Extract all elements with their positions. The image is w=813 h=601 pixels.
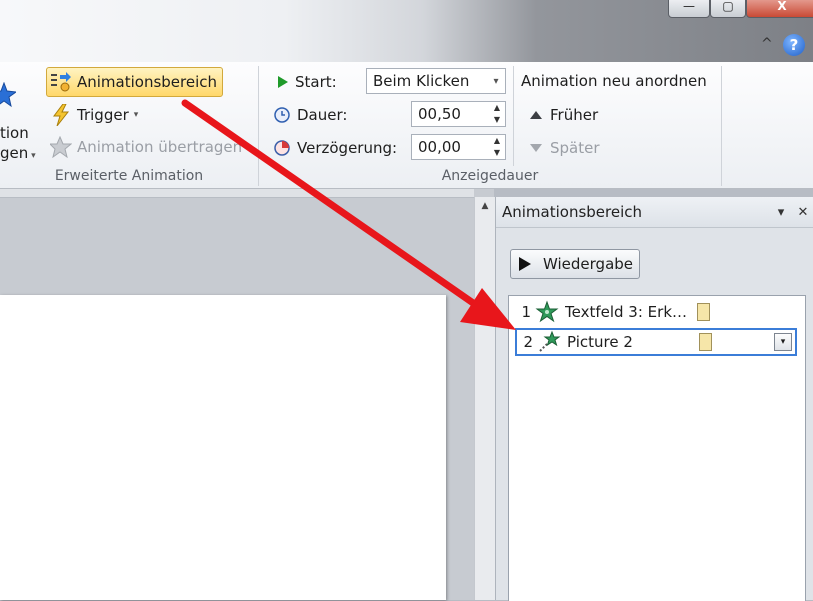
- triangle-down-icon: [527, 137, 545, 159]
- play-green-icon: [276, 71, 290, 93]
- delay-input[interactable]: 00,00: [412, 138, 489, 156]
- duration-input[interactable]: 00,50: [412, 105, 489, 123]
- chevron-down-icon[interactable]: ▾: [487, 76, 505, 87]
- clock-icon: [272, 104, 292, 126]
- reorder-title: Animation neu anordnen: [521, 72, 707, 90]
- ribbon-collapse-icon[interactable]: ^: [761, 36, 773, 52]
- vertical-scrollbar[interactable]: ▲: [474, 197, 495, 600]
- animation-pane-title: Animationsbereich: [502, 203, 643, 221]
- animation-item-index: 1: [521, 303, 531, 321]
- duration-label: Dauer:: [297, 106, 348, 124]
- delay-stepper[interactable]: 00,00 ▲ ▼: [411, 134, 506, 160]
- star-icon: [0, 82, 16, 108]
- move-later-button[interactable]: Später: [527, 136, 600, 160]
- animation-painter-icon: [50, 136, 72, 158]
- maximize-button[interactable]: ▢: [710, 0, 746, 18]
- play-label: Wiedergabe: [543, 255, 634, 273]
- delay-label: Verzögerung:: [297, 139, 398, 157]
- animation-item-2[interactable]: 2 Picture 2 ▾: [515, 328, 797, 356]
- animation-painter-label: Animation übertragen: [77, 138, 243, 156]
- trigger-button[interactable]: Trigger ▾: [50, 102, 138, 128]
- move-later-label: Später: [550, 139, 600, 157]
- animation-item-label: Textfeld 3: Erk…: [565, 303, 687, 321]
- animation-painter-button[interactable]: Animation übertragen: [50, 134, 242, 160]
- animation-item-label: Picture 2: [567, 333, 633, 351]
- play-icon: [519, 257, 531, 271]
- entrance-effect-icon: [535, 300, 559, 323]
- triangle-up-icon: [527, 104, 545, 126]
- spinner-icon[interactable]: ▲ ▼: [489, 135, 505, 159]
- start-label-row: Start:: [276, 70, 337, 94]
- lightning-icon: [50, 104, 72, 126]
- add-animation-button[interactable]: tion gen ▾: [0, 82, 40, 162]
- trigger-label: Trigger: [77, 106, 129, 124]
- delay-clock-icon: [272, 137, 292, 159]
- title-bar: — ▢ X ^ ?: [0, 0, 813, 62]
- animation-list[interactable]: 1 Textfeld 3: Erk… 2 Picture 2 ▾: [508, 295, 806, 601]
- motion-effect-icon: [539, 330, 561, 352]
- scroll-up-icon[interactable]: ▲: [475, 197, 495, 215]
- group-separator: [513, 66, 514, 166]
- animation-pane-header: Animationsbereich ▾ ✕: [496, 197, 813, 228]
- minimize-button[interactable]: —: [668, 0, 710, 18]
- pane-close-icon[interactable]: ✕: [792, 205, 813, 220]
- ribbon-help-area: ^ ?: [753, 34, 813, 58]
- help-icon[interactable]: ?: [783, 34, 805, 56]
- start-value: Beim Klicken: [373, 72, 470, 90]
- timing-bar[interactable]: [697, 303, 710, 321]
- start-label: Start:: [295, 73, 337, 91]
- animation-pane-button[interactable]: Animationsbereich: [46, 67, 224, 97]
- slide-area-top-strip: [0, 189, 474, 198]
- add-animation-label-line2: gen ▾: [0, 144, 36, 162]
- item-dropdown-icon[interactable]: ▾: [774, 333, 792, 351]
- animation-pane-label: Animationsbereich: [77, 73, 218, 91]
- slide-canvas[interactable]: [0, 295, 446, 600]
- chevron-down-icon: ▾: [133, 110, 139, 120]
- animation-item-1[interactable]: 1 Textfeld 3: Erk…: [515, 298, 797, 326]
- ribbon-animations-tab: tion gen ▾ Animationsbereich Trigger ▾ A…: [0, 62, 813, 189]
- pane-options-icon[interactable]: ▾: [770, 205, 792, 220]
- spinner-icon[interactable]: ▲ ▼: [489, 102, 505, 126]
- close-button[interactable]: X: [746, 0, 813, 18]
- move-earlier-button[interactable]: Früher: [527, 103, 598, 127]
- start-dropdown[interactable]: Beim Klicken ▾: [366, 68, 506, 94]
- group-label-advanced-animation: Erweiterte Animation: [54, 168, 204, 184]
- timing-bar[interactable]: [699, 333, 712, 351]
- duration-stepper[interactable]: 00,50 ▲ ▼: [411, 101, 506, 127]
- add-animation-label-line1: tion: [0, 124, 29, 142]
- animation-pane-icon: [50, 71, 72, 93]
- animation-item-index: 2: [523, 333, 533, 351]
- group-separator: [721, 66, 722, 186]
- group-label-timing: Anzeigedauer: [441, 168, 539, 184]
- move-earlier-label: Früher: [550, 106, 599, 124]
- animation-pane: Animationsbereich ▾ ✕ Wiedergabe 1 Textf…: [495, 197, 813, 601]
- duration-label-row: Dauer:: [272, 103, 347, 127]
- play-button[interactable]: Wiedergabe: [510, 249, 640, 279]
- delay-label-row: Verzögerung:: [272, 136, 397, 160]
